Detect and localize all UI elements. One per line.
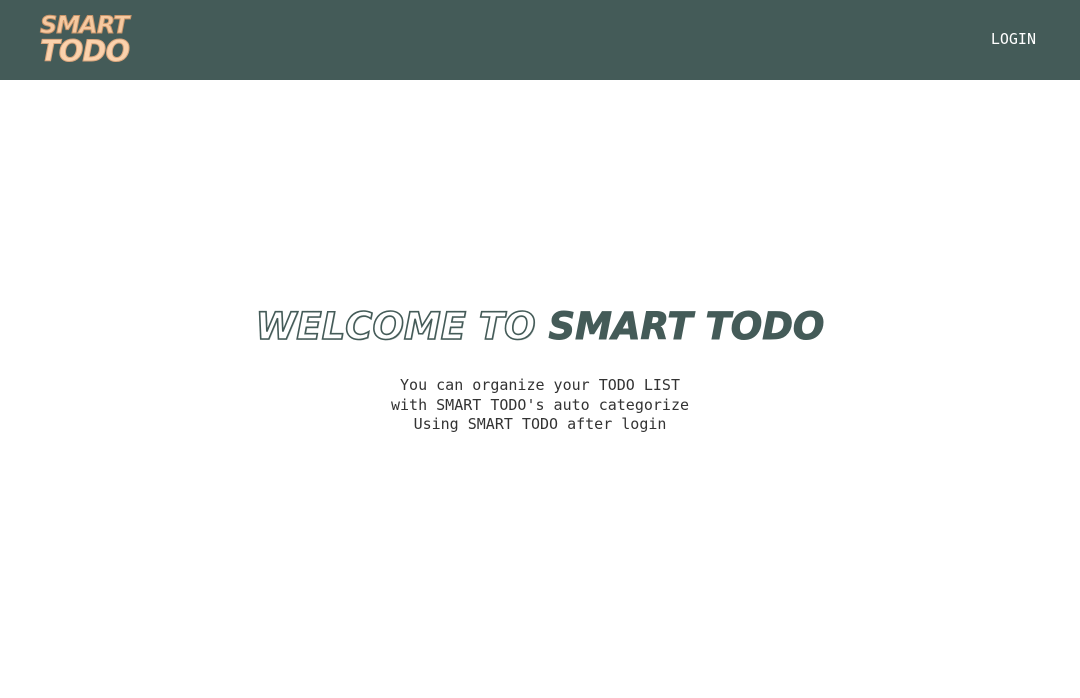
top-navbar: SMART TODO LOGIN xyxy=(0,0,1080,80)
hero-title: WELCOME TO SMART TODO xyxy=(0,300,1080,354)
hero-description-line-2: with SMART TODO's auto categorize xyxy=(390,395,689,414)
logo-text-todo: TODO xyxy=(39,34,130,68)
hero-title-brand: SMART TODO xyxy=(548,305,825,349)
welcome-hero: WELCOME TO SMART TODO You can organize y… xyxy=(0,300,1080,435)
login-link[interactable]: LOGIN xyxy=(991,30,1036,48)
hero-description-line-3: Using SMART TODO after login xyxy=(413,415,667,433)
smart-todo-logo[interactable]: SMART TODO xyxy=(39,13,140,68)
hero-description: You can organize your TODO LIST with SMA… xyxy=(0,376,1080,435)
hero-description-line-1: You can organize your TODO LIST xyxy=(400,376,680,394)
hero-title-welcome: WELCOME TO xyxy=(255,304,549,349)
